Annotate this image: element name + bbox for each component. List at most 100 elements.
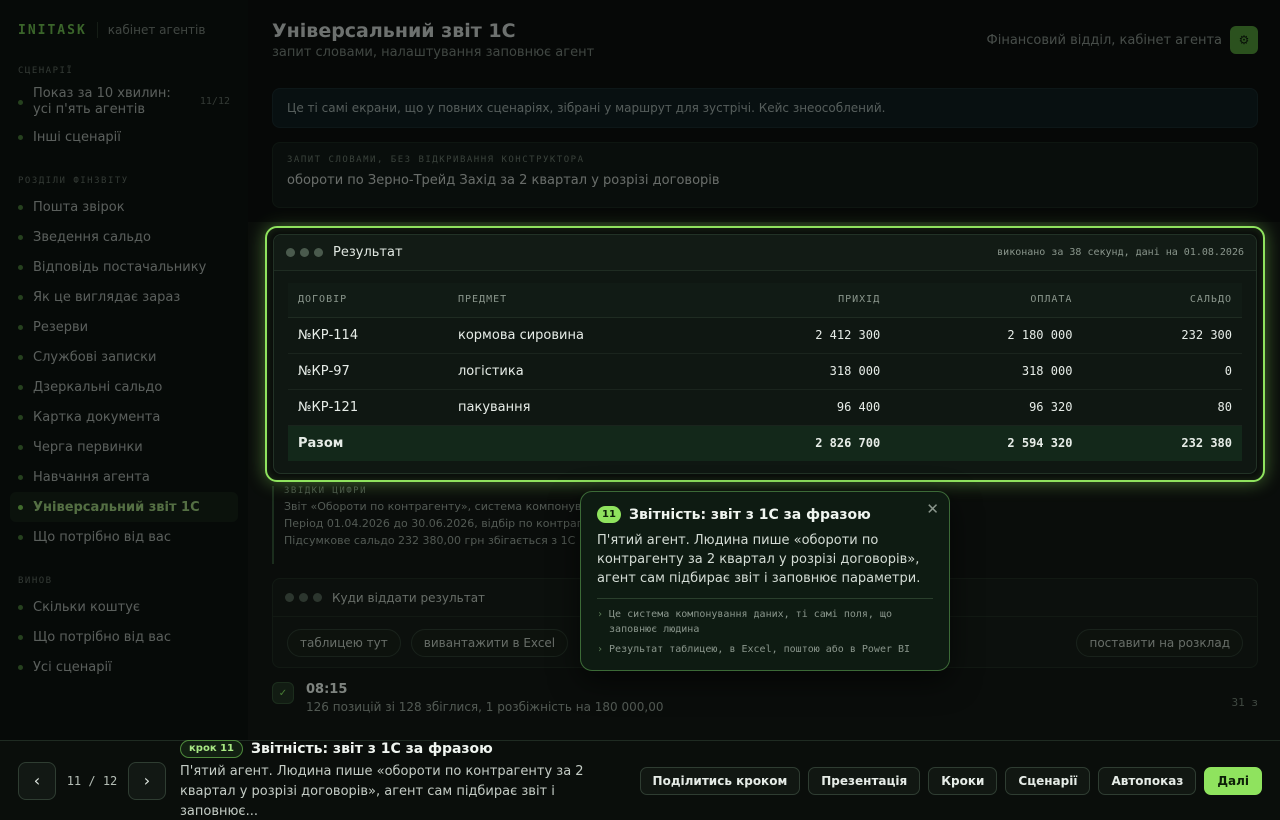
popover-bullet-text: Результат таблицею, в Excel, поштою або … [609, 644, 911, 655]
destination-title: Куди віддати результат [332, 590, 486, 605]
sidebar-item-label: Навчання агента [33, 469, 150, 485]
sidebar-item-primary-queue[interactable]: Черга первинки [10, 432, 238, 462]
bullet-icon [18, 664, 23, 670]
close-icon[interactable]: ✕ [926, 500, 939, 518]
section-label-fin: РОЗДІЛИ ФІНЗВІТУ [18, 176, 129, 186]
cell-saldo: 0 [1082, 353, 1242, 390]
popover-divider [597, 598, 933, 599]
sidebar-item-reserves[interactable]: Резерви [10, 312, 238, 342]
tour-actions: Поділитись кроком Презентація Кроки Сцен… [639, 766, 1262, 795]
popover-bullet: › Результат таблицею, в Excel, поштою аб… [597, 642, 933, 657]
query-box: ЗАПИТ СЛОВАМИ, БЕЗ ВІДКРИВАННЯ КОНСТРУКТ… [272, 142, 1258, 208]
sidebar-item-label: Відповідь постачальнику [33, 259, 207, 275]
sidebar-item-supplier-reply[interactable]: Відповідь постачальнику [10, 252, 238, 282]
tour-bottom-bar: ‹ 11 / 12 › крок 11 Звітність: звіт з 1С… [0, 739, 1280, 820]
header-dept: Фінансовий відділ, кабінет агента ⚙ [987, 26, 1258, 54]
bullet-icon [18, 634, 23, 640]
sidebar-item-how-it-looks[interactable]: Як це виглядає зараз [10, 282, 238, 312]
chevron-right-icon: › [143, 771, 151, 790]
sidebar-item-label: Як це виглядає зараз [33, 289, 181, 305]
next-step-arrow-button[interactable]: › [128, 761, 166, 800]
bullet-icon [18, 264, 23, 270]
autoplay-button[interactable]: Автопоказ [1098, 766, 1197, 795]
steps-button[interactable]: Кроки [928, 766, 998, 795]
sidebar-item-universal-report[interactable]: Універсальний звіт 1С [10, 492, 238, 522]
sidebar-item-what-needed-2[interactable]: Що потрібно від вас [10, 622, 238, 652]
agent-avatar-icon[interactable]: ⚙ [1230, 26, 1258, 54]
page-title: Універсальний звіт 1С [272, 20, 516, 42]
bullet-icon [18, 444, 23, 450]
result-highlight: Результат виконано за 38 секунд, дані на… [265, 226, 1265, 482]
sidebar-item-tour[interactable]: Показ за 10 хвилин: усі п'ять агентів 11… [10, 82, 238, 122]
source-label: ЗВІДКИ ЦИФРИ [284, 486, 368, 496]
sidebar-item-label: Що потрібно від вас [33, 629, 171, 645]
step-info: крок 11 Звітність: звіт з 1С за фразою П… [180, 739, 630, 820]
bullet-icon [18, 604, 23, 610]
table-row[interactable]: №КР-121 пакування 96 400 96 320 80 [288, 389, 1242, 426]
sidebar-item-agent-training[interactable]: Навчання агента [10, 462, 238, 492]
bullet-icon [18, 384, 23, 390]
bullet-icon [18, 324, 23, 330]
chip-table-here[interactable]: таблицею тут [287, 629, 401, 657]
sidebar-item-label: Пошта звірок [33, 199, 125, 215]
sidebar-item-mail[interactable]: Пошта звірок [10, 192, 238, 222]
source-line: Підсумкове сальдо 232 380,00 грн збігаєт… [284, 534, 576, 547]
cell-total-saldo: 232 380 [1082, 425, 1242, 461]
sidebar-item-all-scenarios[interactable]: Усі сценарії [10, 652, 238, 682]
cell-total-empty [448, 425, 698, 461]
source-line: Період 01.04.2026 до 30.06.2026, відбір … [284, 517, 592, 530]
brand[interactable]: INITASK кабінет агентів [10, 18, 238, 42]
window-dots [286, 248, 323, 257]
sidebar-item-memos[interactable]: Службові записки [10, 342, 238, 372]
bullet-icon [18, 504, 23, 510]
brand-name: INITASK [18, 22, 87, 38]
timeline-duration: 31 з [1231, 696, 1259, 709]
page-subtitle: запит словами, налаштування заповнює аге… [272, 45, 595, 60]
cell-contract: №КР-97 [288, 353, 448, 390]
chevron-right-icon: › [597, 644, 604, 655]
step-badge: крок 11 [180, 739, 243, 758]
cell-total-income: 2 826 700 [698, 425, 891, 461]
popover-step-number: 11 [597, 506, 621, 523]
step-title: Звітність: звіт з 1С за фразою [251, 740, 493, 757]
timeline-desc: 126 позицій зі 128 збіглися, 1 розбіжніс… [306, 700, 664, 714]
source-block: ЗВІДКИ ЦИФРИ Звіт «Обороти по контрагент… [272, 486, 592, 564]
sidebar-item-what-needed[interactable]: Що потрібно від вас [10, 522, 238, 552]
sidebar-item-label: Службові записки [33, 349, 157, 365]
bullet-icon [18, 534, 23, 540]
sidebar-item-other-scenarios[interactable]: Інші сценарії [10, 122, 238, 152]
sidebar-item-label: Зведення сальдо [33, 229, 151, 245]
bullet-icon [18, 204, 23, 210]
table-row[interactable]: №КР-97 логістика 318 000 318 000 0 [288, 353, 1242, 390]
bullet-icon [18, 414, 23, 420]
table-row[interactable]: №КР-114 кормова сировина 2 412 300 2 180… [288, 317, 1242, 354]
section-label-scenarios: СЦЕНАРІЇ [18, 66, 74, 76]
result-header: Результат виконано за 38 секунд, дані на… [274, 235, 1256, 271]
sidebar-item-mirror-saldo[interactable]: Дзеркальні сальдо [10, 372, 238, 402]
bullet-icon [18, 294, 23, 300]
table-total-row: Разом 2 826 700 2 594 320 232 380 [288, 425, 1242, 461]
share-step-button[interactable]: Поділитись кроком [639, 766, 801, 795]
next-button[interactable]: Далі [1204, 766, 1262, 795]
bullet-icon [18, 474, 23, 480]
chip-export-excel[interactable]: вивантажити в Excel [410, 629, 569, 657]
sidebar-item-document-card[interactable]: Картка документа [10, 402, 238, 432]
col-income: ПРИХІД [698, 283, 891, 318]
sidebar-item-cost[interactable]: Скільки коштує [10, 592, 238, 622]
popover-bullet-text: Це система компонування даних, ті самі п… [609, 609, 892, 635]
prev-step-button[interactable]: ‹ [18, 761, 56, 800]
timeline-entry: ✓ 08:15 126 позицій зі 128 збіглися, 1 р… [272, 682, 1258, 726]
cell-income: 96 400 [698, 389, 891, 426]
cell-payment: 96 320 [890, 389, 1083, 426]
result-meta: виконано за 38 секунд, дані на 01.08.202… [997, 247, 1244, 258]
chip-schedule[interactable]: поставити на розклад [1076, 629, 1243, 657]
query-text: обороти по Зерно-Трейд Захід за 2 кварта… [287, 173, 720, 188]
sidebar-item-label: Інші сценарії [33, 129, 121, 145]
dept-label: Фінансовий відділ, кабінет агента [986, 32, 1222, 48]
scenarios-button[interactable]: Сценарії [1005, 766, 1091, 795]
result-title: Результат [333, 245, 403, 260]
brand-subtitle: кабінет агентів [107, 23, 206, 37]
sidebar-item-saldo-summary[interactable]: Зведення сальдо [10, 222, 238, 252]
presentation-button[interactable]: Презентація [808, 766, 921, 795]
sidebar-item-label: Дзеркальні сальдо [33, 379, 163, 395]
